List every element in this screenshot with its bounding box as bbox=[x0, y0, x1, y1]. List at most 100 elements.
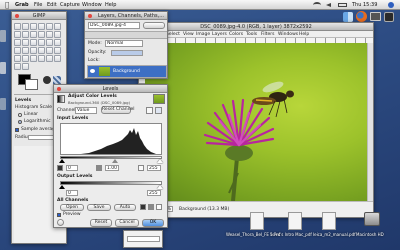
hard-drive-icon[interactable] bbox=[364, 212, 380, 226]
spotlight-icon[interactable] bbox=[388, 2, 394, 8]
menu-edit[interactable]: Edit bbox=[47, 0, 57, 10]
wifi-icon[interactable] bbox=[313, 2, 321, 8]
input-low-picker-icon[interactable] bbox=[57, 165, 63, 171]
save-button[interactable]: Save bbox=[87, 204, 111, 211]
desktop-file-icon-2[interactable] bbox=[288, 212, 302, 230]
image-menu-select[interactable]: Select bbox=[166, 32, 180, 37]
scale-tool-icon[interactable] bbox=[38, 39, 45, 46]
firefox-icon[interactable] bbox=[356, 11, 367, 22]
measure-tool-icon[interactable] bbox=[46, 31, 53, 38]
input-gamma-handle[interactable] bbox=[112, 159, 118, 163]
pencil-tool-icon[interactable] bbox=[46, 47, 53, 54]
flip-tool-icon[interactable] bbox=[14, 47, 21, 54]
color-select-tool-icon[interactable] bbox=[46, 23, 53, 30]
image-menu-tools[interactable]: Tools bbox=[246, 32, 257, 37]
crop-tool-icon[interactable] bbox=[22, 39, 29, 46]
image-menu-filters[interactable]: Filters bbox=[261, 32, 275, 37]
cancel-button[interactable]: Cancel bbox=[115, 219, 139, 227]
image-menu-colors[interactable]: Colors bbox=[229, 32, 243, 37]
preview-checkbox[interactable] bbox=[57, 213, 61, 217]
toolbox-titlebar[interactable]: GIMP bbox=[12, 12, 66, 20]
desktop-file-icon-1[interactable] bbox=[250, 212, 264, 230]
open-button[interactable]: Open bbox=[60, 204, 84, 211]
perspective-tool-icon[interactable] bbox=[54, 39, 61, 46]
sample-average-checkbox[interactable] bbox=[15, 128, 19, 132]
output-low-field[interactable]: 0 bbox=[66, 190, 78, 196]
levels-titlebar[interactable]: Levels bbox=[54, 85, 167, 93]
free-select-tool-icon[interactable] bbox=[30, 23, 37, 30]
image-menu-windows[interactable]: Windows bbox=[278, 32, 298, 37]
airbrush-tool-icon[interactable] bbox=[22, 55, 29, 62]
input-gamma-picker-icon[interactable] bbox=[96, 165, 102, 171]
mode-dropdown[interactable]: Normal bbox=[105, 40, 143, 47]
input-high-handle[interactable] bbox=[157, 159, 163, 163]
heal-tool-icon[interactable] bbox=[46, 55, 53, 62]
bucket-fill-tool-icon[interactable] bbox=[30, 47, 37, 54]
help-button[interactable] bbox=[57, 219, 64, 226]
active-pattern-preview[interactable] bbox=[53, 76, 61, 84]
image-menu-view[interactable]: View bbox=[183, 32, 194, 37]
input-low-field[interactable]: 0 bbox=[66, 165, 78, 171]
volume-icon[interactable] bbox=[326, 3, 331, 7]
log-histogram-icon[interactable] bbox=[155, 107, 162, 114]
fuzzy-select-tool-icon[interactable] bbox=[38, 23, 45, 30]
close-icon[interactable] bbox=[88, 14, 92, 18]
input-high-field[interactable]: 255 bbox=[147, 165, 161, 171]
zoom-tool-icon[interactable] bbox=[38, 31, 45, 38]
active-brush-preview[interactable] bbox=[43, 76, 51, 84]
ellipse-select-tool-icon[interactable] bbox=[22, 23, 29, 30]
menu-window[interactable]: Window bbox=[82, 0, 102, 10]
text-tool-icon[interactable] bbox=[22, 47, 29, 54]
picker-white-icon[interactable] bbox=[140, 204, 146, 210]
blur-sharpen-tool-icon[interactable] bbox=[22, 63, 29, 70]
scissors-tool-icon[interactable] bbox=[54, 23, 61, 30]
reset-channel-button[interactable]: Reset Channel bbox=[101, 106, 134, 114]
linear-histogram-icon[interactable] bbox=[146, 107, 153, 114]
logarithmic-radio[interactable] bbox=[18, 120, 22, 124]
background-color-swatch[interactable] bbox=[25, 79, 38, 90]
shear-tool-icon[interactable] bbox=[46, 39, 53, 46]
menu-help[interactable]: Help bbox=[105, 0, 116, 10]
apple-icon[interactable]:  bbox=[5, 1, 9, 9]
output-low-handle[interactable] bbox=[59, 185, 65, 189]
input-low-handle[interactable] bbox=[59, 159, 65, 163]
output-high-field[interactable]: 255 bbox=[147, 190, 161, 196]
desktop-file-icon-3[interactable] bbox=[322, 212, 336, 230]
auto-levels-button[interactable]: Auto bbox=[114, 204, 136, 211]
color-picker-tool-icon[interactable] bbox=[30, 31, 37, 38]
desktop-icon-partial-1[interactable] bbox=[0, 30, 6, 42]
rect-select-tool-icon[interactable] bbox=[14, 23, 21, 30]
image-menu-help[interactable]: Help bbox=[299, 32, 309, 37]
linear-radio[interactable] bbox=[18, 113, 22, 117]
input-high-picker-icon[interactable] bbox=[138, 165, 144, 171]
paths-tool-icon[interactable] bbox=[22, 31, 29, 38]
blend-tool-icon[interactable] bbox=[38, 47, 45, 54]
input-gamma-field[interactable]: 1.00 bbox=[105, 165, 119, 171]
menu-capture[interactable]: Capture bbox=[60, 0, 80, 10]
desktop-icon-partial-3[interactable] bbox=[0, 98, 6, 110]
layers-titlebar[interactable]: Layers, Channels, Paths,... bbox=[85, 12, 167, 20]
image-menu-layers[interactable]: Layers bbox=[212, 32, 227, 37]
image-canvas[interactable] bbox=[145, 43, 367, 201]
menu-clock[interactable]: Thu 15:39 bbox=[352, 0, 377, 10]
opacity-slider[interactable] bbox=[111, 50, 143, 56]
image-menu-image[interactable]: Image bbox=[196, 32, 210, 37]
finder-face-icon[interactable] bbox=[343, 12, 353, 22]
clone-tool-icon[interactable] bbox=[38, 55, 45, 62]
align-tool-icon[interactable] bbox=[14, 39, 21, 46]
eye-icon[interactable] bbox=[90, 69, 95, 73]
foreground-select-tool-icon[interactable] bbox=[14, 31, 21, 38]
app-grid-icon[interactable] bbox=[384, 12, 394, 22]
battery-icon[interactable] bbox=[338, 3, 347, 7]
picker-gray-icon[interactable] bbox=[148, 204, 154, 210]
move-tool-icon[interactable] bbox=[54, 31, 61, 38]
smudge-tool-icon[interactable] bbox=[54, 55, 61, 62]
dodge-burn-tool-icon[interactable] bbox=[14, 63, 21, 70]
picker-black-icon[interactable] bbox=[156, 204, 162, 210]
reset-button[interactable]: Reset bbox=[90, 219, 112, 227]
paintbrush-tool-icon[interactable] bbox=[54, 47, 61, 54]
small-window-field[interactable] bbox=[127, 236, 160, 242]
desktop-icon-partial-2[interactable] bbox=[0, 62, 6, 74]
image-selector[interactable]: DSC_0089.jpg-4 bbox=[88, 22, 140, 29]
output-high-handle[interactable] bbox=[157, 185, 163, 189]
